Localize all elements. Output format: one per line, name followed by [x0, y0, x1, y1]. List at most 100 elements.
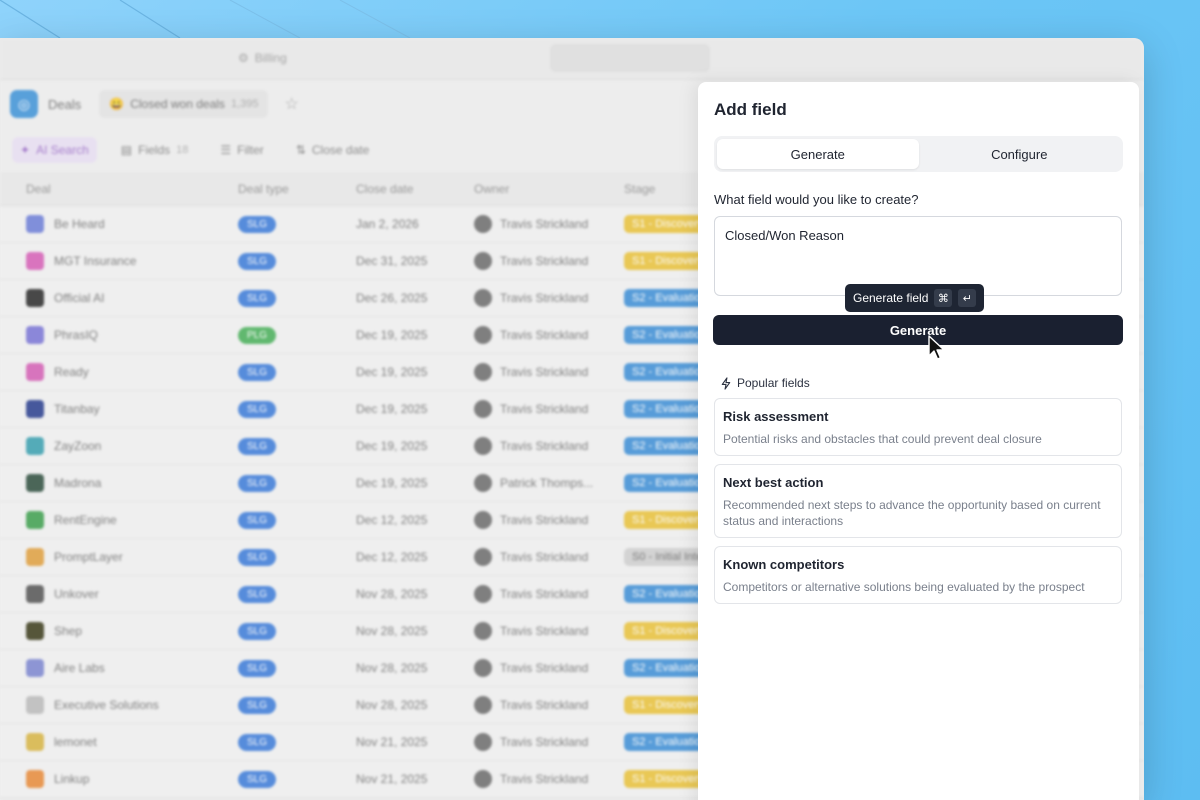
col-owner[interactable]: Owner	[466, 182, 616, 196]
cell-close-date: Dec 12, 2025	[356, 513, 428, 527]
cell-owner: Travis Strickland	[466, 622, 616, 640]
tab-configure[interactable]: Configure	[919, 139, 1121, 169]
cell-deal[interactable]: Official AI	[0, 289, 230, 307]
cell-deal-type: SLG	[230, 252, 348, 270]
sort-button[interactable]: ⇅ Close date	[288, 137, 377, 163]
deal-name: RentEngine	[54, 513, 117, 527]
popular-field-card-competitors[interactable]: Known competitors Competitors or alterna…	[714, 546, 1122, 604]
deal-type-badge: PLG	[238, 326, 277, 344]
filter-icon: ☰	[220, 143, 232, 157]
topbar-search-placeholder[interactable]	[550, 44, 710, 72]
popular-field-card-next-action[interactable]: Next best action Recommended next steps …	[714, 464, 1122, 538]
cell-deal[interactable]: lemonet	[0, 733, 230, 751]
cell-deal[interactable]: Ready	[0, 363, 230, 381]
cell-deal[interactable]: Aire Labs	[0, 659, 230, 677]
cell-close-date: Nov 28, 2025	[356, 698, 428, 712]
billing-icon: ⚙	[238, 51, 249, 65]
popular-field-card-risk[interactable]: Risk assessment Potential risks and obst…	[714, 398, 1122, 456]
cell-close-date: Dec 31, 2025	[356, 254, 428, 268]
cell-deal[interactable]: Be Heard	[0, 215, 230, 233]
company-logo-icon	[26, 400, 44, 418]
deal-type-badge: SLG	[238, 659, 277, 677]
tab-generate[interactable]: Generate	[717, 139, 919, 169]
owner-name: Travis Strickland	[500, 772, 589, 786]
filter-button[interactable]: ☰ Filter	[212, 137, 271, 163]
deal-name: PhrasIQ	[54, 328, 99, 342]
cell-close-date: Dec 19, 2025	[356, 439, 428, 453]
mouse-cursor-icon	[928, 335, 945, 360]
cell-owner: Travis Strickland	[466, 733, 616, 751]
generate-button[interactable]: Generate	[713, 315, 1123, 345]
cell-deal[interactable]: Madrona	[0, 474, 230, 492]
col-deal[interactable]: Deal	[0, 182, 230, 196]
command-key-icon: ⌘	[934, 289, 953, 307]
deal-type-badge: SLG	[238, 511, 277, 529]
col-close-date[interactable]: Close date	[348, 182, 466, 196]
cell-deal[interactable]: ZayZoon	[0, 437, 230, 455]
cell-deal[interactable]: PhrasIQ	[0, 326, 230, 344]
owner-name: Patrick Thomps...	[500, 476, 594, 490]
company-logo-icon	[26, 622, 44, 640]
sort-icon: ⇅	[295, 143, 306, 157]
app-window: ⚙ Billing ◎ Deals 😀 Closed won deals 1,3…	[0, 38, 1144, 800]
deal-type-badge: SLG	[238, 400, 277, 418]
cell-deal[interactable]: Unkover	[0, 585, 230, 603]
cell-deal[interactable]: Executive Solutions	[0, 696, 230, 714]
deal-type-badge: SLG	[238, 733, 277, 751]
owner-name: Travis Strickland	[500, 328, 589, 342]
fields-button[interactable]: ▤ Fields 18	[113, 137, 197, 163]
cell-owner: Travis Strickland	[466, 659, 616, 677]
deals-app-icon[interactable]: ◎	[10, 90, 38, 118]
star-icon[interactable]: ☆	[284, 94, 298, 114]
company-logo-icon	[26, 770, 44, 788]
owner-name: Travis Strickland	[500, 698, 589, 712]
deal-type-badge: SLG	[238, 252, 277, 270]
avatar	[474, 511, 492, 529]
cell-deal-type: SLG	[230, 770, 348, 788]
deal-name: MGT Insurance	[54, 254, 137, 268]
cell-deal[interactable]: Shep	[0, 622, 230, 640]
deal-name: Shep	[54, 624, 83, 638]
company-logo-icon	[26, 363, 44, 381]
cell-deal[interactable]: Titanbay	[0, 400, 230, 418]
avatar	[474, 585, 492, 603]
breadcrumb-object[interactable]: Deals	[48, 97, 81, 112]
deal-name: ZayZoon	[54, 439, 102, 453]
ai-search-button[interactable]: ✦ AI Search	[12, 137, 97, 163]
avatar	[474, 400, 492, 418]
ai-search-label: AI Search	[36, 143, 89, 157]
company-logo-icon	[26, 696, 44, 714]
cell-deal[interactable]: PromptLayer	[0, 548, 230, 566]
cell-close-date: Dec 19, 2025	[356, 328, 428, 342]
deal-name: lemonet	[54, 735, 97, 749]
avatar	[474, 474, 492, 492]
company-logo-icon	[26, 252, 44, 270]
cell-deal[interactable]: RentEngine	[0, 511, 230, 529]
cell-deal[interactable]: Linkup	[0, 770, 230, 788]
company-logo-icon	[26, 733, 44, 751]
generate-tooltip: Generate field ⌘ ↵	[845, 284, 985, 312]
avatar	[474, 252, 492, 270]
company-logo-icon	[26, 474, 44, 492]
owner-name: Travis Strickland	[500, 217, 589, 231]
avatar	[474, 696, 492, 714]
company-logo-icon	[26, 437, 44, 455]
tab-billing[interactable]: ⚙ Billing	[238, 51, 287, 65]
card-title: Known competitors	[723, 557, 845, 572]
view-selector[interactable]: 😀 Closed won deals 1,395	[99, 90, 269, 118]
cell-deal-type: SLG	[230, 622, 348, 640]
cell-deal-type: SLG	[230, 474, 348, 492]
cell-deal-type: SLG	[230, 289, 348, 307]
col-deal-type[interactable]: Deal type	[230, 182, 348, 196]
card-title: Risk assessment	[723, 409, 829, 424]
deal-type-badge: SLG	[238, 548, 277, 566]
window-topbar: ⚙ Billing	[0, 38, 1144, 80]
company-logo-icon	[26, 215, 44, 233]
owner-name: Travis Strickland	[500, 291, 589, 305]
owner-name: Travis Strickland	[500, 439, 589, 453]
cell-close-date: Dec 19, 2025	[356, 476, 428, 490]
cell-deal[interactable]: MGT Insurance	[0, 252, 230, 270]
avatar	[474, 770, 492, 788]
cell-owner: Travis Strickland	[466, 363, 616, 381]
cell-deal-type: SLG	[230, 696, 348, 714]
